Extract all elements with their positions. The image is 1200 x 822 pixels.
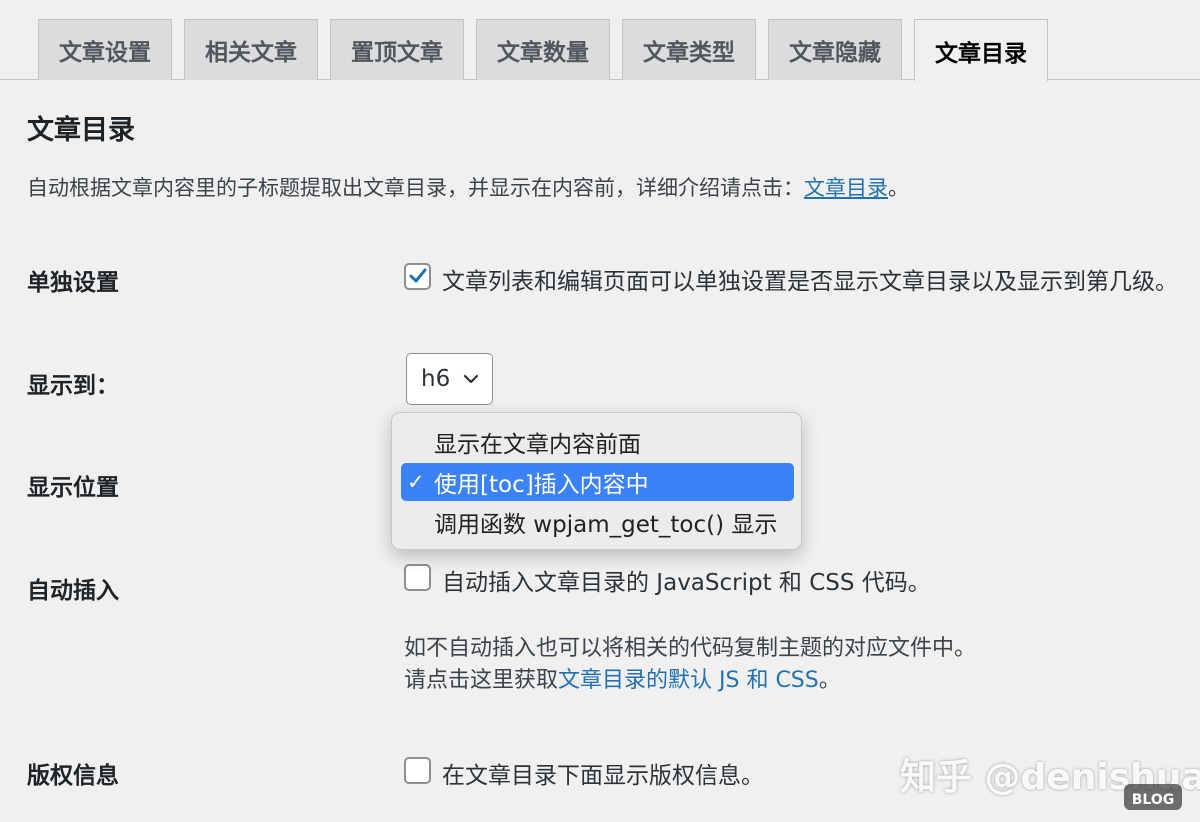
- position-option-function[interactable]: 调用函数 wpjam_get_toc() 显示: [401, 503, 794, 541]
- tab-article-count[interactable]: 文章数量: [476, 19, 610, 80]
- position-option-before-content[interactable]: 显示在文章内容前面: [401, 423, 794, 461]
- svg-text:BLOG: BLOG: [1132, 792, 1175, 808]
- auto-insert-label: 自动插入: [27, 578, 119, 604]
- toc-doc-link[interactable]: 文章目录: [804, 176, 888, 200]
- intro-end: 。: [888, 176, 909, 200]
- option-label: 调用函数 wpjam_get_toc() 显示: [434, 512, 778, 538]
- intro-text: 自动根据文章内容里的子标题提取出文章目录，并显示在内容前，详细介绍请点击：文章目…: [27, 172, 909, 202]
- auto-insert-text: 自动插入文章目录的 JavaScript 和 CSS 代码。: [442, 570, 931, 596]
- option-label: 使用[toc]插入内容中: [434, 472, 649, 498]
- position-dropdown-menu: 显示在文章内容前面 ✓ 使用[toc]插入内容中 调用函数 wpjam_get_…: [391, 412, 802, 550]
- depth-select[interactable]: h6: [406, 353, 493, 405]
- copyright-checkbox[interactable]: [404, 757, 431, 784]
- tab-article-hidden[interactable]: 文章隐藏: [768, 19, 902, 80]
- individual-setting-checkbox[interactable]: [404, 263, 431, 290]
- check-icon: ✓: [407, 470, 425, 494]
- page-title: 文章目录: [27, 115, 135, 146]
- auto-insert-desc-line1: 如不自动插入也可以将相关的代码复制主题的对应文件中。: [404, 636, 977, 661]
- settings-tabs: 文章设置 相关文章 置顶文章 文章数量 文章类型 文章隐藏 文章目录: [0, 0, 1200, 81]
- blog-badge-logo: BLOG: [1124, 784, 1182, 810]
- desc-suffix: 。: [818, 668, 841, 693]
- tab-article-settings[interactable]: 文章设置: [38, 19, 172, 80]
- tab-sticky-articles[interactable]: 置顶文章: [330, 19, 464, 80]
- depth-label: 显示到：: [27, 373, 119, 399]
- desc-prefix: 请点击这里获取: [404, 668, 559, 693]
- tab-toc[interactable]: 文章目录: [914, 19, 1048, 81]
- default-js-css-link[interactable]: 文章目录的默认 JS 和 CSS: [558, 668, 819, 693]
- depth-select-value: h6: [421, 366, 451, 392]
- tab-article-types[interactable]: 文章类型: [622, 19, 756, 80]
- checkmark-icon: [409, 268, 427, 283]
- position-label: 显示位置: [27, 475, 119, 501]
- option-label: 显示在文章内容前面: [434, 432, 641, 458]
- copyright-label: 版权信息: [27, 763, 119, 789]
- copyright-text: 在文章目录下面显示版权信息。: [442, 763, 764, 789]
- individual-setting-text: 文章列表和编辑页面可以单独设置是否显示文章目录以及显示到第几级。: [442, 269, 1178, 295]
- tab-related-articles[interactable]: 相关文章: [184, 19, 318, 80]
- individual-setting-label: 单独设置: [27, 270, 119, 296]
- auto-insert-checkbox[interactable]: [404, 564, 431, 591]
- position-option-toc-shortcode[interactable]: ✓ 使用[toc]插入内容中: [401, 463, 794, 501]
- auto-insert-desc-line2: 请点击这里获取文章目录的默认 JS 和 CSS。: [404, 662, 841, 694]
- chevron-down-icon: [463, 374, 479, 384]
- intro-description: 自动根据文章内容里的子标题提取出文章目录，并显示在内容前，详细介绍请点击：: [27, 176, 804, 200]
